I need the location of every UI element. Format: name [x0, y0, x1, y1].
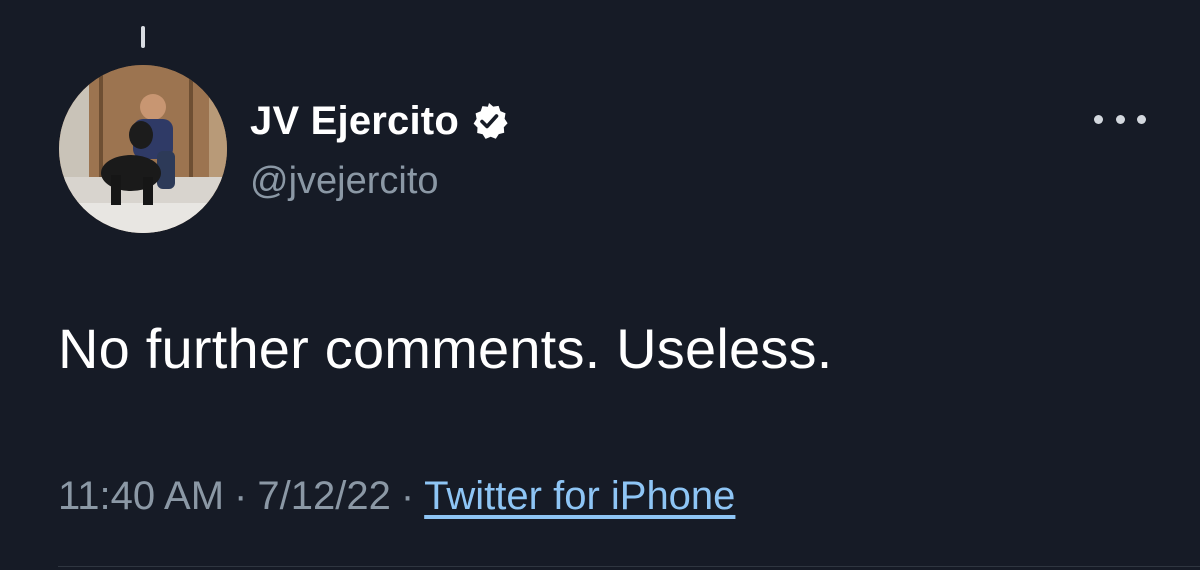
more-horizontal-icon[interactable]	[1094, 104, 1146, 134]
tweet-author[interactable]: JV Ejercito @jvejercito	[250, 96, 509, 203]
tweet-date[interactable]: 7/12/22	[257, 474, 390, 518]
tweet-text: No further comments. Useless.	[58, 317, 833, 380]
tweet-time[interactable]: 11:40 AM	[58, 474, 224, 518]
more-dot	[1094, 114, 1103, 124]
meta-separator: ·	[234, 474, 248, 518]
author-name-row: JV Ejercito	[250, 96, 509, 146]
tweet-source-link[interactable]: Twitter for iPhone	[424, 474, 735, 518]
author-handle[interactable]: @jvejercito	[250, 160, 509, 203]
meta-separator: ·	[400, 474, 415, 518]
divider	[58, 566, 1200, 567]
tweet-meta: 11:40 AM · 7/12/22 · Twitter for iPhone	[58, 474, 735, 519]
more-dot	[1137, 114, 1146, 124]
more-dot	[1115, 114, 1125, 124]
verified-badge-icon	[469, 101, 509, 141]
avatar-photo	[59, 65, 227, 233]
author-display-name[interactable]: JV Ejercito	[250, 99, 459, 144]
avatar[interactable]	[59, 65, 227, 233]
thread-connector-line	[141, 26, 145, 48]
